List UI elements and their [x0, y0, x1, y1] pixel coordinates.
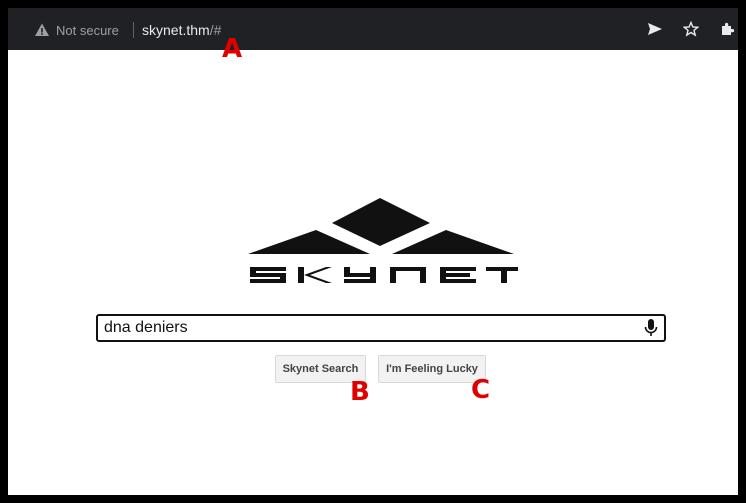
browser-window: Not secure skynet.thm /# dna deniers Sky…	[8, 8, 738, 495]
extensions-puzzle-icon[interactable]	[716, 18, 738, 40]
warning-triangle-icon	[35, 23, 49, 36]
annotation-b: B	[350, 377, 370, 407]
url-path: /#	[209, 22, 222, 38]
url-field[interactable]: skynet.thm /#	[142, 20, 221, 40]
search-input[interactable]	[98, 316, 626, 340]
annotation-a: A	[222, 34, 243, 64]
feeling-lucky-button[interactable]: I'm Feeling Lucky	[378, 355, 486, 383]
microphone-icon[interactable]	[644, 318, 658, 338]
skynet-logo	[248, 198, 518, 283]
address-separator	[133, 22, 134, 38]
search-box	[96, 314, 666, 342]
send-icon[interactable]	[644, 18, 666, 40]
star-icon[interactable]	[680, 18, 702, 40]
annotation-c: C	[471, 375, 491, 405]
url-host: skynet.thm	[142, 22, 210, 38]
security-indicator[interactable]: Not secure	[34, 20, 119, 40]
address-bar: Not secure skynet.thm /#	[8, 8, 738, 50]
security-label: Not secure	[56, 22, 119, 38]
